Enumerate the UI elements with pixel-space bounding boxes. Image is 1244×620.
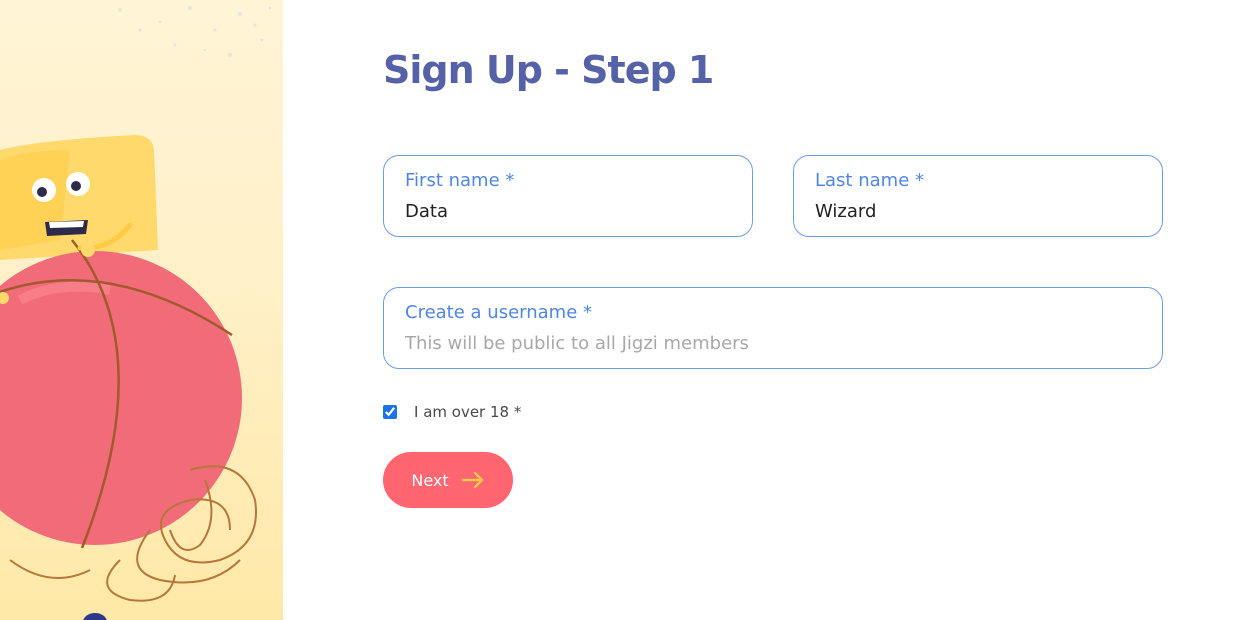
last-name-input[interactable] bbox=[815, 198, 1141, 224]
first-name-label: First name * bbox=[405, 170, 515, 191]
signup-form: Sign Up - Step 1 First name * Last name … bbox=[383, 0, 1163, 620]
signup-page: Sign Up - Step 1 First name * Last name … bbox=[0, 0, 1244, 620]
age-confirmation-row[interactable]: I am over 18 * bbox=[383, 402, 521, 422]
last-name-label: Last name * bbox=[815, 170, 924, 191]
first-name-input[interactable] bbox=[405, 198, 731, 224]
last-name-field[interactable]: Last name * bbox=[793, 155, 1163, 237]
illustration-panel bbox=[0, 0, 283, 620]
username-input[interactable] bbox=[405, 330, 1141, 356]
username-field[interactable]: Create a username * bbox=[383, 287, 1163, 369]
username-label: Create a username * bbox=[405, 302, 592, 323]
page-title: Sign Up - Step 1 bbox=[383, 48, 714, 92]
age-checkbox[interactable] bbox=[383, 405, 397, 419]
ball-character-illustration bbox=[0, 6, 272, 620]
next-button[interactable]: Next bbox=[383, 452, 513, 508]
age-checkbox-label: I am over 18 * bbox=[414, 403, 522, 421]
next-button-label: Next bbox=[411, 470, 449, 490]
first-name-field[interactable]: First name * bbox=[383, 155, 753, 237]
arrow-right-icon bbox=[461, 471, 485, 489]
